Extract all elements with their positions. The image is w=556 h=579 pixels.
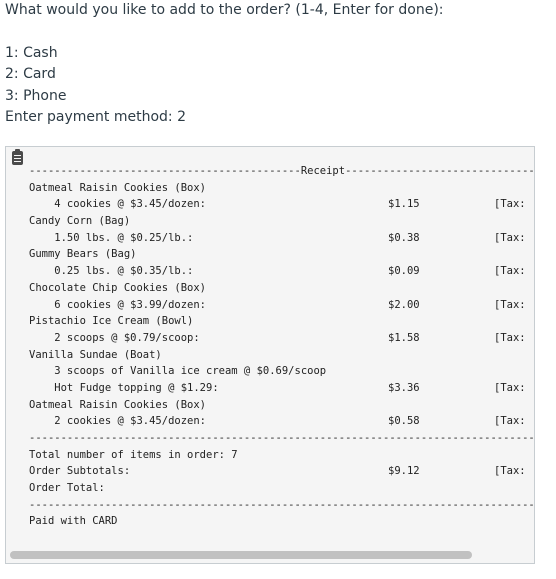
item-name: Chocolate Chip Cookies (Box) xyxy=(29,281,207,294)
item-tax: [Tax: xyxy=(494,298,526,311)
clipboard-icon[interactable] xyxy=(12,149,23,165)
item-detail: 2 cookies @ $3.45/dozen: xyxy=(29,415,207,428)
item-detail-row: Hot Fudge topping @ $1.29: $3.36 [Tax: xyxy=(29,380,534,397)
receipt-divider: ----------------------------------------… xyxy=(29,432,535,444)
item-detail: 4 cookies @ $3.45/dozen: xyxy=(29,198,207,211)
subtotals-row: Order Subtotals: $9.12 [Tax: xyxy=(29,463,534,480)
item-name: Vanilla Sundae (Boat) xyxy=(29,348,162,361)
item-detail-row: 2 cookies @ $3.45/dozen: $0.58 [Tax: xyxy=(29,413,534,430)
item-detail-row: 0.25 lbs. @ $0.35/lb.: $0.09 [Tax: xyxy=(29,263,534,280)
item-tax: [Tax: xyxy=(494,198,526,211)
prompt-question: What would you like to add to the order?… xyxy=(5,2,444,18)
subtotals-amount: $9.12 xyxy=(388,465,420,478)
item-detail: Hot Fudge topping @ $1.29: xyxy=(29,381,219,394)
payment-option-cash: 1: Cash xyxy=(5,44,58,61)
item-detail: 3 scoops of Vanilla ice cream @ $0.69/sc… xyxy=(29,365,327,378)
item-amount: $1.58 xyxy=(388,331,420,344)
item-name: Oatmeal Raisin Cookies (Box) xyxy=(29,398,207,411)
item-name: Gummy Bears (Bag) xyxy=(29,248,137,261)
item-tax: [Tax: xyxy=(494,231,526,244)
item-amount: $3.36 xyxy=(388,381,420,394)
item-tax: [Tax: xyxy=(494,415,526,428)
item-detail-row: 2 scoops @ $0.79/scoop: $1.58 [Tax: xyxy=(29,330,534,347)
item-amount: $1.15 xyxy=(388,198,420,211)
item-amount: $2.00 xyxy=(388,298,420,311)
receipt: ----------------------------------------… xyxy=(29,163,535,530)
total-items: Total number of items in order: 7 xyxy=(29,448,238,461)
item-detail-row: 1.50 lbs. @ $0.25/lb.: $0.38 [Tax: xyxy=(29,230,534,247)
subtotals-tax: [Tax: xyxy=(494,465,526,478)
item-tax: [Tax: xyxy=(494,381,526,394)
item-tax: [Tax: xyxy=(494,331,526,344)
item-amount: $0.09 xyxy=(388,265,420,278)
paid-with: Paid with CARD xyxy=(29,515,118,528)
item-detail: 1.50 lbs. @ $0.25/lb.: xyxy=(29,231,194,244)
receipt-output-box: ----------------------------------------… xyxy=(5,146,535,564)
item-detail: 0.25 lbs. @ $0.35/lb.: xyxy=(29,265,194,278)
item-detail: 6 cookies @ $3.99/dozen: xyxy=(29,298,207,311)
item-detail-row: 4 cookies @ $3.45/dozen: $1.15 [Tax: xyxy=(29,196,534,213)
item-amount: $0.58 xyxy=(388,415,420,428)
item-name: Candy Corn (Bag) xyxy=(29,215,131,228)
payment-method-input-line: Enter payment method: 2 xyxy=(5,109,186,125)
payment-option-phone: 3: Phone xyxy=(5,87,67,104)
item-name: Oatmeal Raisin Cookies (Box) xyxy=(29,181,207,194)
payment-option-card: 2: Card xyxy=(5,66,56,82)
item-name: Pistachio Ice Cream (Bowl) xyxy=(29,315,194,328)
receipt-header: ----------------------------------------… xyxy=(29,165,535,177)
receipt-divider: ----------------------------------------… xyxy=(29,498,535,511)
horizontal-scrollbar[interactable] xyxy=(10,551,472,559)
item-detail-row: 6 cookies @ $3.99/dozen: $2.00 [Tax: xyxy=(29,297,534,314)
console-prompt: What would you like to add to the order?… xyxy=(5,0,444,129)
item-amount: $0.38 xyxy=(388,231,420,244)
item-tax: [Tax: xyxy=(494,265,526,278)
item-detail: 2 scoops @ $0.79/scoop: xyxy=(29,331,200,344)
order-total-label: Order Total: xyxy=(29,482,105,495)
subtotals-label: Order Subtotals: xyxy=(29,465,131,478)
